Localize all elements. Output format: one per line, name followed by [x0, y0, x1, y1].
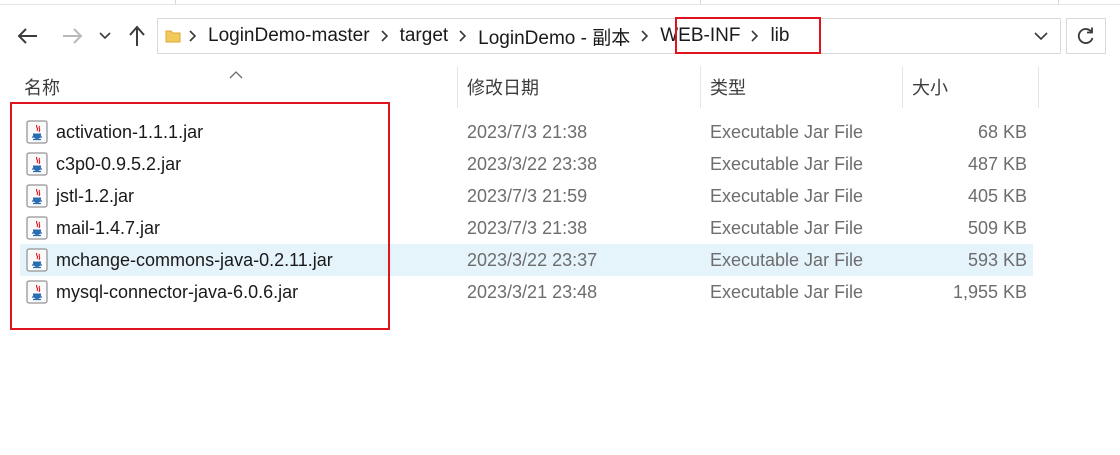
jar-file-icon	[26, 184, 48, 208]
breadcrumb-item[interactable]: LoginDemo - 副本	[474, 23, 634, 50]
file-name: activation-1.1.1.jar	[56, 121, 204, 142]
top-strip	[0, 0, 1120, 5]
file-date: 2023/3/22 23:38	[467, 153, 598, 174]
forward-arrow-icon	[63, 28, 83, 44]
forward-button[interactable]	[58, 22, 86, 50]
file-date: 2023/3/21 23:48	[467, 281, 598, 302]
breadcrumb-item[interactable]: target	[396, 25, 453, 47]
chevron-right-icon[interactable]	[374, 30, 396, 42]
strip-divider	[175, 0, 176, 5]
jar-file-icon	[26, 216, 48, 240]
column-divider[interactable]	[1038, 66, 1039, 108]
breadcrumb-item[interactable]: LoginDemo-master	[204, 25, 374, 47]
back-arrow-icon	[17, 28, 37, 44]
folder-icon	[165, 30, 181, 43]
jar-file-icon	[26, 248, 48, 272]
strip-divider	[700, 0, 701, 5]
address-history-button[interactable]	[1034, 28, 1048, 49]
file-name: jstl-1.2.jar	[56, 185, 135, 206]
column-header-row: 名称 修改日期 类型 大小	[0, 66, 1040, 108]
file-type: Executable Jar File	[710, 121, 864, 142]
file-type: Executable Jar File	[710, 185, 864, 206]
up-arrow-icon	[129, 25, 145, 46]
back-button[interactable]	[14, 22, 42, 50]
file-type: Executable Jar File	[710, 217, 864, 238]
file-size: 509 KB	[967, 217, 1027, 238]
strip-divider	[1058, 0, 1059, 5]
up-button[interactable]	[123, 22, 151, 50]
file-date: 2023/3/22 23:37	[467, 249, 598, 270]
file-date: 2023/7/3 21:59	[467, 185, 588, 206]
file-row[interactable]: mail-1.4.7.jar 2023/7/3 21:38 Executable…	[20, 212, 1033, 244]
column-header-date[interactable]: 修改日期	[459, 66, 699, 108]
file-name: mchange-commons-java-0.2.11.jar	[56, 249, 333, 270]
file-name: mysql-connector-java-6.0.6.jar	[56, 281, 299, 302]
file-name-cell: c3p0-0.9.5.2.jar	[26, 148, 181, 180]
navigation-bar: LoginDemo-master target LoginDemo - 副本 W…	[0, 10, 1120, 62]
file-size: 487 KB	[967, 153, 1027, 174]
file-name-cell: mchange-commons-java-0.2.11.jar	[26, 244, 333, 276]
file-size: 1,955 KB	[952, 281, 1027, 302]
chevron-down-icon	[1034, 32, 1048, 41]
refresh-icon	[1077, 27, 1094, 44]
column-divider[interactable]	[457, 66, 458, 108]
file-name-cell: jstl-1.2.jar	[26, 180, 134, 212]
file-row[interactable]: jstl-1.2.jar 2023/7/3 21:59 Executable J…	[20, 180, 1033, 212]
file-row[interactable]: mchange-commons-java-0.2.11.jar 2023/3/2…	[20, 244, 1033, 276]
file-type: Executable Jar File	[710, 249, 864, 270]
file-date: 2023/7/3 21:38	[467, 217, 588, 238]
chevron-right-icon[interactable]	[452, 30, 474, 42]
chevron-right-icon[interactable]	[182, 30, 204, 42]
breadcrumb-item[interactable]: lib	[766, 25, 793, 47]
column-divider[interactable]	[902, 66, 903, 108]
file-name-cell: activation-1.1.1.jar	[26, 116, 203, 148]
chevron-down-icon	[99, 32, 111, 40]
file-type: Executable Jar File	[710, 281, 864, 302]
file-row[interactable]: activation-1.1.1.jar 2023/7/3 21:38 Exec…	[20, 116, 1033, 148]
chevron-right-icon[interactable]	[744, 30, 766, 42]
file-row[interactable]: c3p0-0.9.5.2.jar 2023/3/22 23:38 Executa…	[20, 148, 1033, 180]
recent-locations-button[interactable]	[94, 22, 116, 50]
file-size: 405 KB	[967, 185, 1027, 206]
chevron-right-icon[interactable]	[634, 30, 656, 42]
column-header-name[interactable]: 名称	[16, 66, 456, 108]
jar-file-icon	[26, 120, 48, 144]
file-size: 593 KB	[967, 249, 1027, 270]
jar-file-icon	[26, 280, 48, 304]
column-header-type[interactable]: 类型	[702, 66, 902, 108]
file-name-cell: mail-1.4.7.jar	[26, 212, 160, 244]
column-header-size[interactable]: 大小	[904, 66, 1038, 108]
jar-file-icon	[26, 152, 48, 176]
file-name-cell: mysql-connector-java-6.0.6.jar	[26, 276, 298, 308]
refresh-button[interactable]	[1066, 18, 1106, 54]
file-name: c3p0-0.9.5.2.jar	[56, 153, 182, 174]
file-date: 2023/7/3 21:38	[467, 121, 588, 142]
address-bar[interactable]: LoginDemo-master target LoginDemo - 副本 W…	[157, 18, 1061, 54]
file-name: mail-1.4.7.jar	[56, 217, 161, 238]
file-type: Executable Jar File	[710, 153, 864, 174]
breadcrumb-item[interactable]: WEB-INF	[656, 25, 744, 47]
file-row[interactable]: mysql-connector-java-6.0.6.jar 2023/3/21…	[20, 276, 1033, 308]
column-divider[interactable]	[700, 66, 701, 108]
file-size: 68 KB	[977, 121, 1027, 142]
